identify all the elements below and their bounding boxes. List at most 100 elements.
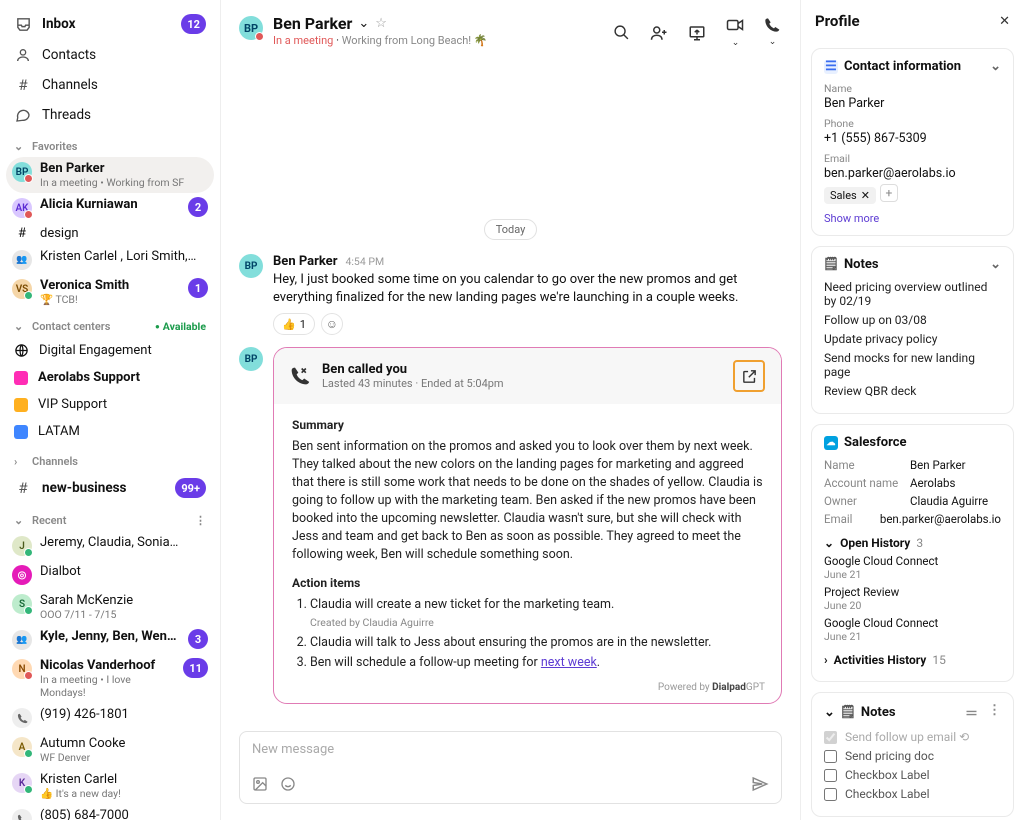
recent-dialbot[interactable]: ◎Dialbot bbox=[0, 560, 220, 589]
nav-inbox[interactable]: Inbox 12 bbox=[0, 8, 220, 40]
reaction-thumbsup[interactable]: 👍1 bbox=[273, 313, 315, 335]
avatar: AK bbox=[12, 198, 32, 218]
equal-icon[interactable]: ＝ bbox=[965, 703, 978, 722]
share-screen-button[interactable] bbox=[686, 22, 708, 44]
fav-veronica[interactable]: VS Veronica Smith🏆 TCB! 1 bbox=[0, 274, 220, 310]
avatar: N bbox=[12, 659, 32, 679]
fav-ben-parker[interactable]: BP Ben Parker In a meeting • Working fro… bbox=[6, 157, 214, 193]
chevron-right-icon: › bbox=[14, 455, 26, 468]
salesforce-icon: ☁ bbox=[824, 436, 838, 450]
ai-recap-card: Ben called you Lasted 43 minutes · Ended… bbox=[273, 347, 782, 704]
note-line: Update privacy policy bbox=[824, 332, 1001, 346]
channel-new-business[interactable]: # new-business 99+ bbox=[0, 472, 220, 504]
square-icon bbox=[14, 425, 28, 439]
chevron-down-icon: ⌄ bbox=[824, 705, 835, 720]
note-line: Review QBR deck bbox=[824, 384, 1001, 398]
video-call-button[interactable]: ⌄ bbox=[724, 14, 746, 51]
recent-item[interactable]: KKristen Carlel👍 It's a new day! bbox=[0, 768, 220, 804]
cc-latam[interactable]: LATAM bbox=[0, 418, 220, 445]
activities-history-head[interactable]: ›Activities History 15 bbox=[824, 653, 1001, 667]
send-button[interactable] bbox=[751, 775, 769, 793]
attach-image-button[interactable] bbox=[252, 776, 268, 792]
fav-alicia[interactable]: AK Alicia Kurniawan 2 bbox=[0, 193, 220, 222]
section-channels[interactable]: ›Channels bbox=[0, 445, 220, 472]
avatar: S bbox=[12, 594, 32, 614]
contact-info-head[interactable]: ☰ Contact information ⌄ bbox=[824, 59, 1001, 74]
add-tag-button[interactable]: + bbox=[880, 184, 898, 202]
section-favorites[interactable]: ⌄ Favorites bbox=[0, 130, 220, 157]
hash-icon: # bbox=[14, 76, 32, 94]
person-icon bbox=[14, 46, 32, 64]
sf-notes-head[interactable]: ⌄ 🗒 Notes ＝⋮ bbox=[824, 703, 1001, 722]
more-icon[interactable]: ⋮ bbox=[195, 514, 206, 527]
chevron-right-icon: › bbox=[824, 653, 828, 667]
message-text: Hey, I just booked some time on you cale… bbox=[273, 271, 782, 307]
notes-icon: 🗒 bbox=[841, 706, 855, 720]
checkbox-row[interactable]: Checkbox Label bbox=[824, 768, 1001, 782]
salesforce-head[interactable]: ☁ Salesforce bbox=[824, 435, 1001, 450]
checkbox-row[interactable]: Send follow up email ⟲ bbox=[824, 730, 1001, 744]
avatar: A bbox=[12, 737, 32, 757]
more-icon[interactable]: ⋮ bbox=[988, 703, 1001, 722]
checkbox-row[interactable]: Send pricing doc bbox=[824, 749, 1001, 763]
avatar: VS bbox=[12, 279, 32, 299]
section-contact-centers[interactable]: ⌄ Contact centers Available bbox=[0, 310, 220, 337]
open-history-head[interactable]: ⌄Open History 3 bbox=[824, 536, 1001, 550]
history-item[interactable]: Project ReviewJune 20 bbox=[824, 585, 1001, 612]
message-composer[interactable] bbox=[239, 731, 782, 804]
add-reaction-button[interactable]: ☺ bbox=[321, 313, 343, 335]
recent-item[interactable]: AAutumn CookeWF Denver bbox=[0, 732, 220, 768]
emoji-button[interactable] bbox=[280, 776, 296, 792]
search-button[interactable] bbox=[611, 22, 632, 43]
tag-sales[interactable]: Sales ✕ bbox=[824, 187, 876, 204]
square-icon bbox=[14, 371, 28, 385]
recent-item[interactable]: SSarah McKenzieOOO 7/11 - 7/15 bbox=[0, 589, 220, 625]
chevron-down-icon: ⌄ bbox=[14, 140, 26, 153]
voice-call-button[interactable]: ⌄ bbox=[762, 15, 782, 50]
close-button[interactable]: ✕ bbox=[999, 14, 1010, 29]
square-icon bbox=[14, 398, 28, 412]
ai-card-meta: Lasted 43 minutes · Ended at 5:04pm bbox=[322, 377, 504, 390]
chat-title[interactable]: Ben Parker bbox=[273, 14, 352, 33]
note-line: Follow up on 03/08 bbox=[824, 313, 1001, 327]
recent-item[interactable]: 👥Kyle, Jenny, Ben, Wen…3 bbox=[0, 625, 220, 654]
show-more-link[interactable]: Show more bbox=[824, 212, 1001, 225]
panel-title: Profile bbox=[815, 12, 860, 30]
history-item[interactable]: Google Cloud ConnectJune 21 bbox=[824, 554, 1001, 581]
note-line: Need pricing overview outlined by 02/19 bbox=[824, 280, 1001, 308]
message-sender: Ben Parker bbox=[273, 254, 337, 269]
nav-contacts[interactable]: Contacts bbox=[0, 40, 220, 70]
notes-head[interactable]: 🗒 Notes ⌄ bbox=[824, 257, 1001, 272]
recent-item[interactable]: (805) 684-7000 bbox=[0, 804, 220, 820]
recent-item[interactable]: (919) 426-1801 bbox=[0, 703, 220, 732]
contact-info-card: ☰ Contact information ⌄ Name Ben Parker … bbox=[811, 48, 1014, 236]
chevron-down-icon[interactable]: ⌄ bbox=[358, 16, 369, 31]
nav-channels[interactable]: # Channels bbox=[0, 70, 220, 100]
composer-input[interactable] bbox=[252, 742, 769, 757]
fav-design[interactable]: # design bbox=[0, 222, 220, 245]
contact-icon: ☰ bbox=[824, 60, 838, 74]
cc-vip[interactable]: VIP Support bbox=[0, 391, 220, 418]
checkbox-row[interactable]: Checkbox Label bbox=[824, 787, 1001, 801]
recent-item[interactable]: NNicolas VanderhoofIn a meeting • I love… bbox=[0, 654, 220, 703]
next-week-link[interactable]: next week bbox=[541, 655, 597, 670]
thread-icon bbox=[14, 106, 32, 124]
history-item[interactable]: Google Cloud ConnectJune 21 bbox=[824, 616, 1001, 643]
action-item: Ben will schedule a follow-up meeting fo… bbox=[310, 654, 763, 672]
avatar: BP bbox=[239, 254, 263, 278]
chat-body: Today BP Ben Parker 4:54 PM Hey, I just … bbox=[221, 61, 800, 721]
section-recent[interactable]: ⌄Recent⋮ bbox=[0, 504, 220, 531]
sf-notes-card: ⌄ 🗒 Notes ＝⋮ Send follow up email ⟲ Send… bbox=[811, 692, 1014, 817]
action-items-heading: Action items bbox=[292, 574, 763, 592]
fav-group[interactable]: 👥 Kristen Carlel , Lori Smith,… bbox=[0, 245, 220, 274]
star-icon[interactable]: ☆ bbox=[375, 16, 387, 31]
hash-icon: # bbox=[12, 226, 32, 241]
action-item: Claudia will create a new ticket for the… bbox=[310, 596, 763, 632]
cc-aerolabs[interactable]: Aerolabs Support bbox=[0, 364, 220, 391]
phone-icon bbox=[12, 708, 32, 728]
nav-threads[interactable]: Threads bbox=[0, 100, 220, 130]
add-person-button[interactable] bbox=[648, 22, 670, 44]
cc-digital[interactable]: Digital Engagement bbox=[0, 337, 220, 364]
recent-item[interactable]: JJeremy, Claudia, Sonia… bbox=[0, 531, 220, 560]
popout-button[interactable] bbox=[733, 360, 765, 392]
